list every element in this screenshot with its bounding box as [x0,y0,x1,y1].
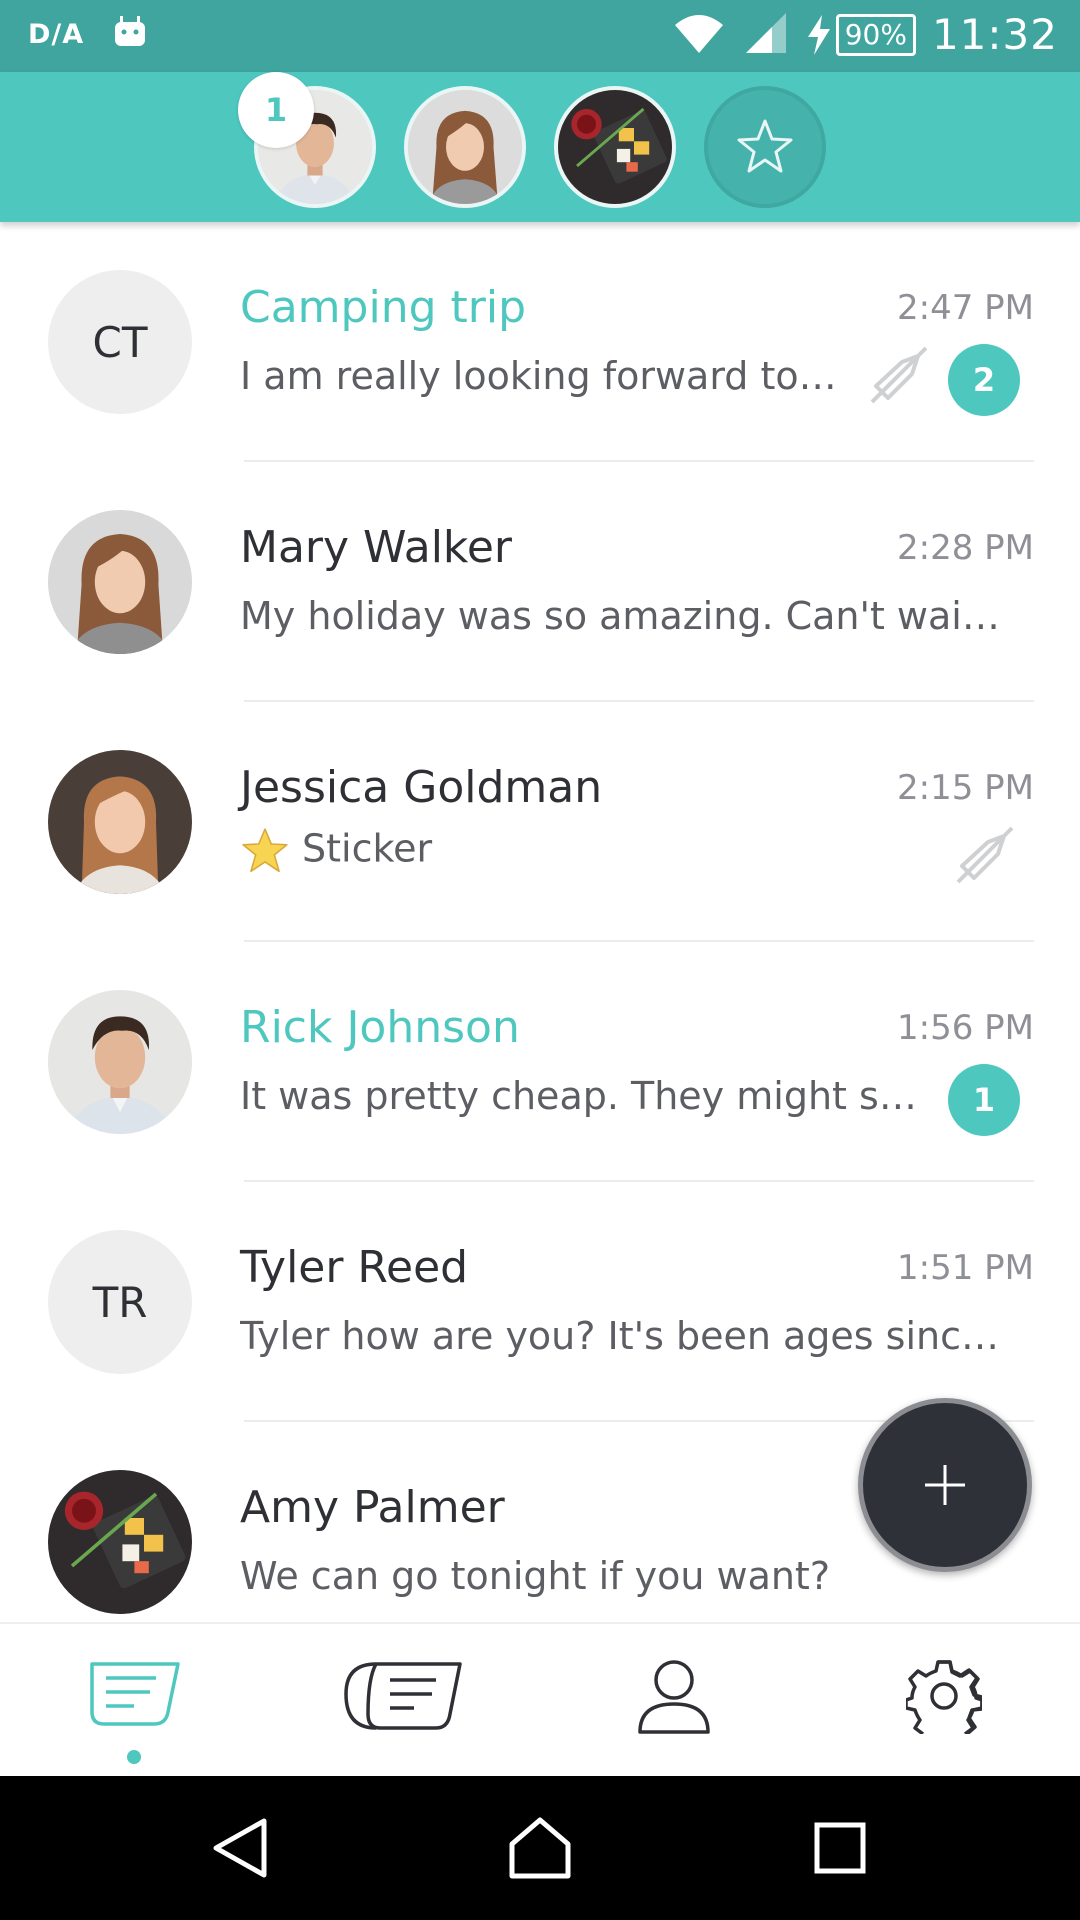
active-tab-indicator [127,1750,141,1764]
conversation-time: 2:15 PM [897,768,1034,808]
unread-badge: 1 [948,1064,1020,1136]
nav-group-chats[interactable] [340,1656,470,1736]
nav-contacts[interactable] [624,1656,724,1736]
avatar [48,1470,192,1614]
avatar [48,510,192,654]
group-avatar: CT [48,270,192,414]
nav-settings[interactable] [894,1656,994,1736]
conversation-name: Camping trip [240,282,526,333]
conversation-name: Amy Palmer [240,1482,505,1533]
conversation-preview: My holiday was so amazing. Can't wait... [240,594,1000,638]
conversation-time: 1:51 PM [897,1248,1034,1288]
favorite-mary-walker[interactable] [404,86,526,208]
bottom-navigation [0,1622,1080,1776]
carrier-logo: D/A [28,18,85,50]
home-icon [509,1817,571,1879]
sticker-star-icon [242,828,288,873]
conversation-preview: I am really looking forward to t... [240,354,840,398]
home-button[interactable] [500,1808,580,1888]
muted-icon [870,346,928,404]
battery-level: 90% [835,13,916,56]
conversation-time: 2:47 PM [897,288,1034,328]
conversation-name: Rick Johnson [240,1002,520,1053]
charging-icon [807,14,830,55]
android-icon [112,14,148,54]
favorite-amy-palmer[interactable] [554,86,676,208]
conversation-preview: It was pretty cheap. They might stil... [240,1074,920,1118]
recents-button[interactable] [800,1808,880,1888]
new-chat-button[interactable] [858,1398,1032,1572]
conversation-time: 2:28 PM [897,528,1034,568]
avatar [48,990,192,1134]
conversation-name: Jessica Goldman [240,762,603,813]
conversation-preview-row: Sticker [240,826,840,876]
conversation-row[interactable]: CT Camping trip 2:47 PM I am really look… [0,222,1080,462]
star-icon [737,119,793,173]
favorite-starred[interactable] [704,86,826,208]
favorites-unread-badge: 1 [238,72,314,148]
wifi-icon [672,11,726,59]
contacts-icon [638,1660,710,1734]
avatar [48,750,192,894]
conversation-name: Tyler Reed [240,1242,469,1293]
back-button[interactable] [200,1808,280,1888]
plus-icon [925,1465,965,1505]
status-bar: D/A 90% 11:32 [0,0,1080,72]
system-navigation-bar [0,1776,1080,1920]
favorites-bar: 1 [0,72,1080,222]
conversation-preview: Sticker [302,826,433,871]
recents-icon [814,1822,866,1874]
unread-badge: 2 [948,344,1020,416]
conversation-row[interactable]: TR Tyler Reed 1:51 PM Tyler how are you?… [0,1182,1080,1422]
nav-chats[interactable] [84,1656,184,1736]
conversation-row[interactable]: Jessica Goldman 2:15 PM Sticker [0,702,1080,942]
conversation-time: 1:56 PM [897,1008,1034,1048]
muted-icon [956,826,1014,884]
settings-icon [906,1660,982,1734]
clock: 11:32 [931,10,1058,59]
signal-icon [742,11,790,59]
battery-indicator: 90% [806,13,916,56]
group-chats-icon [344,1662,462,1730]
chats-icon [90,1662,180,1726]
conversation-name: Mary Walker [240,522,512,573]
conversation-row[interactable]: Mary Walker 2:28 PM My holiday was so am… [0,462,1080,702]
conversation-preview: We can go tonight if you want? [240,1554,831,1598]
back-icon [213,1818,267,1878]
initials-avatar: TR [48,1230,192,1374]
conversation-preview: Tyler how are you? It's been ages since.… [240,1314,1000,1358]
conversation-row[interactable]: Rick Johnson 1:56 PM It was pretty cheap… [0,942,1080,1182]
